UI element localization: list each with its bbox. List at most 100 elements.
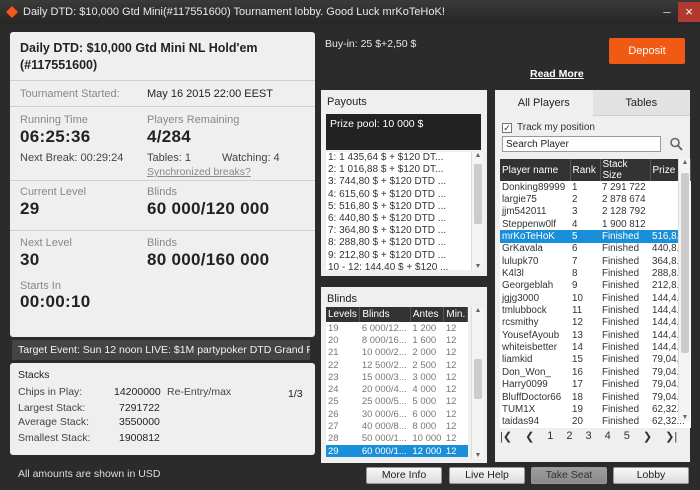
scroll-thumb[interactable] (474, 359, 482, 399)
table-row[interactable]: Georgeblah 9 Finished 212,8... (500, 280, 690, 292)
live-help-button[interactable]: Live Help (449, 467, 525, 484)
players-scrollbar[interactable]: ▲ ▼ (678, 159, 690, 421)
page-1[interactable]: 1 (547, 430, 553, 442)
close-icon[interactable]: × (678, 2, 700, 22)
table-row[interactable]: YousefAyoub 13 Finished 144,4... (500, 329, 690, 341)
blinds-header[interactable]: Levels (326, 307, 361, 322)
table-row[interactable]: largie75 2 2 878 674 (500, 193, 690, 205)
blinds-scrollbar[interactable]: ▲ ▼ (471, 307, 483, 459)
last-page-icon[interactable]: ❯| (665, 430, 677, 443)
player-cell: 15 (572, 354, 583, 366)
scroll-up-icon[interactable]: ▲ (679, 159, 691, 166)
more-info-button[interactable]: More Info (366, 467, 442, 484)
track-position-option[interactable]: ✓ Track my position (502, 122, 595, 133)
scroll-down-icon[interactable]: ▼ (472, 452, 484, 459)
payout-row[interactable]: 1: 1 435,64 $ + $120 DT... (326, 152, 471, 164)
table-row[interactable]: rcsmithy 12 Finished 144,4... (500, 317, 690, 329)
reentry-value: 1/3 (288, 388, 303, 400)
scroll-thumb[interactable] (681, 173, 689, 353)
blinds-row: 26 30 000/6... 6 000 12 (326, 408, 468, 420)
payout-row[interactable]: 9: 212,80 $ + $120 DTD ... (326, 250, 471, 262)
table-row[interactable]: TUM1X 19 Finished 62,32... (500, 403, 690, 415)
track-position-checkbox[interactable]: ✓ (502, 122, 512, 133)
table-row[interactable]: taidas94 20 Finished 62,32... (500, 416, 690, 428)
payout-row[interactable]: 3: 744,80 $ + $120 DTD ... (326, 176, 471, 188)
first-page-icon[interactable]: |❮ (500, 430, 512, 443)
search-player-input[interactable] (502, 136, 661, 152)
players-remaining-value: 4/284 (147, 127, 192, 146)
blinds-cell: 12 000 (410, 444, 444, 458)
tab-all-players[interactable]: All Players (495, 90, 593, 116)
page-4[interactable]: 4 (605, 430, 611, 442)
blinds-cell: 12 (445, 408, 457, 420)
blinds-cell: 25 (328, 396, 339, 408)
payout-row[interactable]: 5: 516,80 $ + $120 DTD ... (326, 201, 471, 213)
player-cell: Finished (602, 342, 640, 354)
next-page-icon[interactable]: ❯ (643, 430, 652, 443)
table-row[interactable]: mrKoTeHoK 5 Finished 516,8... (500, 230, 690, 243)
blinds-cell: 12 (445, 396, 457, 408)
read-more-link[interactable]: Read More (530, 68, 584, 80)
blinds-cell: 4 000 (412, 384, 437, 396)
payout-row[interactable]: 7: 364,80 $ + $120 DTD ... (326, 225, 471, 237)
player-cell: liamkid (502, 354, 533, 366)
blinds-header[interactable]: Blinds (359, 307, 411, 322)
blinds-row: 25 25 000/5... 5 000 12 (326, 396, 468, 408)
payout-row[interactable]: 8: 288,80 $ + $120 DTD ... (326, 237, 471, 249)
target-event-banner[interactable]: Target Event: Sun 12 noon LIVE: $1M part… (12, 340, 310, 360)
blinds-cell: 23 (328, 371, 339, 383)
scroll-up-icon[interactable]: ▲ (472, 307, 484, 314)
take-seat-button[interactable]: Take Seat (531, 467, 607, 484)
payout-list[interactable]: 1: 1 435,64 $ + $120 DT... 2: 1 016,88 $ … (326, 152, 471, 270)
player-cell: jjm542011 (502, 206, 547, 218)
players-header[interactable]: Player name (500, 159, 571, 181)
page-3[interactable]: 3 (586, 430, 592, 442)
players-header[interactable]: Rank (570, 159, 601, 181)
current-level-label: Current Level (20, 186, 87, 198)
table-row[interactable]: Donking89999 1 7 291 722 (500, 181, 690, 193)
player-cell: 6 (572, 243, 578, 255)
payout-row[interactable]: 10 - 12: 144,40 $ + $120 ... (326, 262, 471, 270)
tab-tables[interactable]: Tables (592, 90, 690, 116)
scroll-thumb[interactable] (474, 164, 482, 224)
scroll-up-icon[interactable]: ▲ (472, 152, 484, 159)
payout-row[interactable]: 6: 440,80 $ + $120 DTD ... (326, 213, 471, 225)
table-row[interactable]: Don_Won_ 16 Finished 79,04... (500, 366, 690, 378)
payout-row[interactable]: 4: 615,60 $ + $120 DTD ... (326, 189, 471, 201)
scroll-down-icon[interactable]: ▼ (472, 263, 484, 270)
minimize-icon[interactable]: – (656, 2, 678, 22)
lobby-button[interactable]: Lobby (613, 467, 689, 484)
deposit-button[interactable]: Deposit (609, 38, 685, 64)
page-2[interactable]: 2 (566, 430, 572, 442)
synchronized-breaks-link[interactable]: Synchronized breaks? (147, 166, 251, 178)
table-row[interactable]: BluffDoctor66 18 Finished 79,04... (500, 391, 690, 403)
table-row[interactable]: K4l3l 8 Finished 288,8... (500, 267, 690, 279)
blinds-row: 24 20 000/4... 4 000 12 (326, 383, 468, 395)
table-row[interactable]: liamkid 15 Finished 79,04... (500, 354, 690, 366)
table-row[interactable]: jgjg3000 10 Finished 144,4... (500, 292, 690, 304)
blinds-header[interactable]: Min. (443, 307, 468, 322)
table-row[interactable]: Harry0099 17 Finished 79,04... (500, 379, 690, 391)
player-cell: 1 900 812 (602, 218, 646, 230)
scroll-down-icon[interactable]: ▼ (679, 414, 691, 421)
player-cell: 18 (572, 391, 583, 403)
table-row[interactable]: jjm542011 3 2 128 792 (500, 206, 690, 218)
payouts-scrollbar[interactable]: ▲ ▼ (471, 152, 483, 270)
table-row[interactable]: tmlubbock 11 Finished 144,4... (500, 304, 690, 316)
player-cell: 5 (570, 230, 600, 243)
page-5[interactable]: 5 (624, 430, 630, 442)
table-row[interactable]: whiteisbetter 14 Finished 144,4... (500, 341, 690, 353)
player-cell: 11 (572, 305, 583, 317)
blinds-cell: 15 000/3... (361, 371, 407, 383)
blinds-cell: 1 200 (412, 322, 437, 334)
table-row[interactable]: GrKavala 6 Finished 440,8... (500, 243, 690, 255)
table-row[interactable]: Steppenw0lf 4 1 900 812 (500, 218, 690, 230)
prev-page-icon[interactable]: ❮ (525, 430, 534, 443)
players-header[interactable]: Stack Size (600, 159, 651, 181)
player-cell: BluffDoctor66 (502, 391, 562, 403)
players-remaining-label: Players Remaining (147, 114, 240, 126)
table-row[interactable]: lulupk70 7 Finished 364,8... (500, 255, 690, 267)
search-icon[interactable] (669, 136, 683, 152)
payout-row[interactable]: 2: 1 016,88 $ + $120 DT... (326, 164, 471, 176)
blinds-header[interactable]: Antes (410, 307, 445, 322)
